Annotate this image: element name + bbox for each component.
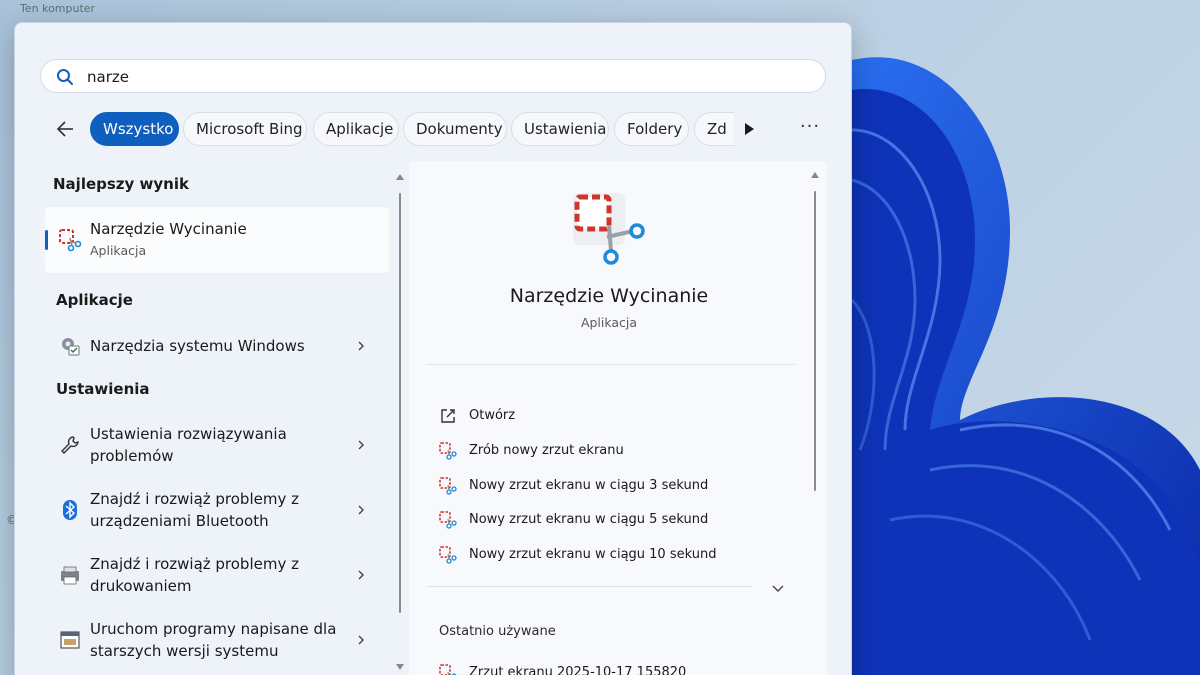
result-troubleshoot-settings[interactable]: Ustawienia rozwiązywania problemów [45, 421, 389, 469]
chip-all[interactable]: Wszystko [90, 112, 179, 146]
printer-icon [61, 566, 79, 585]
recent-heading: Ostatnio używane [439, 624, 556, 639]
search-icon [57, 69, 73, 85]
chevron-right-icon[interactable] [355, 504, 367, 516]
snipping-tool-icon [439, 664, 457, 675]
filter-bar: Wszystko Microsoft Bing Aplikacje Dokume… [40, 110, 840, 148]
windows-tools-icon [62, 338, 80, 356]
scroll-up-arrow-icon[interactable] [395, 173, 405, 181]
chevron-right-icon[interactable] [355, 439, 367, 451]
chip-apps[interactable]: Aplikacje [313, 112, 399, 146]
preview-app-name: Narzędzie Wycinanie [509, 285, 709, 307]
result-label: Znajdź i rozwiąż problemy z urządzeniami… [90, 490, 299, 530]
chip-bing[interactable]: Microsoft Bing [183, 112, 307, 146]
chip-settings[interactable]: Ustawienia [511, 112, 609, 146]
snipping-tool-icon [439, 546, 457, 564]
selection-indicator [45, 230, 48, 250]
best-match-heading: Najlepszy wynik [53, 175, 189, 193]
scroll-up-arrow-icon[interactable] [810, 171, 820, 179]
search-input[interactable]: narze [40, 59, 826, 93]
action-screenshot-10s[interactable]: Nowy zrzut ekranu w ciągu 10 sekund [439, 544, 779, 566]
chevron-right-icon[interactable] [355, 634, 367, 646]
preview-pane: Narzędzie Wycinanie Aplikacja Otwórz Zró… [409, 161, 827, 675]
best-match-type: Aplikacja [90, 243, 147, 258]
action-screenshot-3s[interactable]: Nowy zrzut ekranu w ciągu 3 sekund [439, 475, 779, 497]
bluetooth-icon [63, 500, 77, 520]
result-label: Narzędzia systemu Windows [90, 337, 305, 355]
scroll-down-arrow-icon[interactable] [395, 663, 405, 671]
filter-chips: Wszystko Microsoft Bing Aplikacje Dokume… [88, 110, 734, 148]
more-options-button[interactable]: ··· [798, 118, 822, 140]
chip-photos-partial[interactable]: Zd [694, 112, 734, 146]
recent-file-label: Zrzut ekranu 2025-10-17 155820 [469, 665, 687, 675]
action-label: Zrób nowy zrzut ekranu [469, 443, 624, 458]
back-arrow-icon[interactable] [54, 118, 76, 140]
search-query[interactable]: narze [87, 60, 129, 94]
preview-app-type: Aplikacja [580, 315, 638, 330]
best-match-item[interactable]: Narzędzie Wycinanie Aplikacja [45, 207, 389, 273]
result-compatibility-troubleshoot[interactable]: Uruchom programy napisane dla starszych … [45, 616, 389, 664]
snipping-tool-icon [59, 229, 82, 252]
divider [427, 586, 752, 587]
desktop-icon-label: Ten komputer [20, 2, 96, 15]
snipping-tool-icon [439, 477, 457, 495]
recent-file[interactable]: Zrzut ekranu 2025-10-17 155820 [439, 662, 779, 675]
snipping-tool-large-icon [573, 193, 645, 265]
search-flyout: narze Wszystko Microsoft Bing Aplikacje … [14, 22, 852, 675]
chevron-down-icon[interactable] [771, 581, 785, 595]
results-list: Najlepszy wynik Narzędzie Wycinanie Apli… [15, 163, 407, 675]
action-screenshot-5s[interactable]: Nowy zrzut ekranu w ciągu 5 sekund [439, 509, 779, 531]
result-label: Znajdź i rozwiąż problemy z drukowaniem [90, 555, 299, 595]
result-bluetooth-troubleshoot[interactable]: Znajdź i rozwiąż problemy z urządzeniami… [45, 486, 389, 534]
snipping-tool-icon [439, 442, 457, 460]
desktop-icon-this-pc[interactable]: Ten komputer [20, 0, 95, 15]
divider [427, 364, 795, 365]
apps-heading: Aplikacje [56, 291, 133, 309]
chevron-right-icon[interactable] [355, 569, 367, 581]
results-scrollbar[interactable] [395, 173, 405, 670]
action-label: Nowy zrzut ekranu w ciągu 10 sekund [469, 547, 717, 562]
action-label: Otwórz [469, 408, 516, 423]
preview-scrollbar[interactable] [810, 171, 820, 675]
scroll-chips-right-icon[interactable] [742, 121, 756, 137]
chip-folders[interactable]: Foldery [614, 112, 689, 146]
result-label: Uruchom programy napisane dla starszych … [90, 620, 337, 660]
snipping-tool-icon [439, 511, 457, 529]
result-printer-troubleshoot[interactable]: Znajdź i rozwiąż problemy z drukowaniem [45, 551, 389, 599]
compat-window-icon [60, 631, 80, 649]
chip-documents[interactable]: Dokumenty [403, 112, 507, 146]
scrollbar-thumb[interactable] [814, 191, 816, 491]
result-label: Ustawienia rozwiązywania problemów [90, 425, 287, 465]
action-label: Nowy zrzut ekranu w ciągu 3 sekund [469, 478, 709, 493]
settings-heading: Ustawienia [56, 380, 150, 398]
action-label: Nowy zrzut ekranu w ciągu 5 sekund [469, 512, 709, 527]
wrench-icon [61, 436, 79, 454]
result-windows-tools[interactable]: Narzędzia systemu Windows [45, 331, 389, 361]
action-open[interactable]: Otwórz [439, 405, 779, 427]
open-external-icon [441, 409, 455, 423]
action-new-screenshot[interactable]: Zrób nowy zrzut ekranu [439, 440, 779, 462]
chevron-right-icon[interactable] [355, 340, 367, 352]
best-match-name: Narzędzie Wycinanie [90, 220, 247, 238]
scrollbar-thumb[interactable] [399, 193, 401, 613]
